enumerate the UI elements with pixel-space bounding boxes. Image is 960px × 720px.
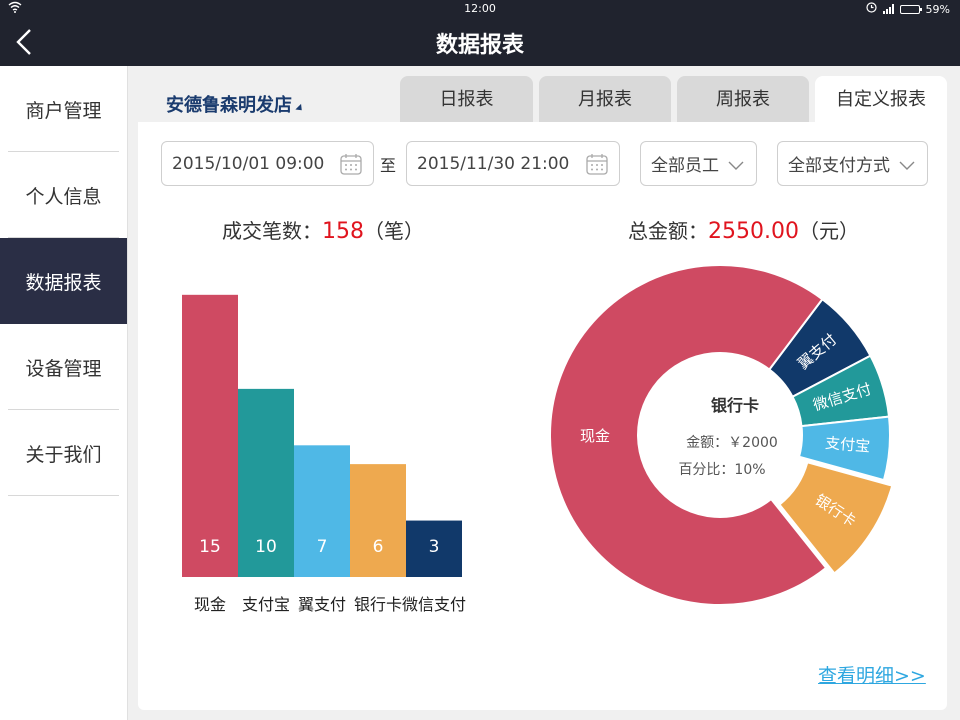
donut-center-title: 银行卡 bbox=[711, 396, 759, 415]
sidebar-item-reports[interactable]: 数据报表 bbox=[0, 238, 127, 324]
payment-select-value: 全部支付方式 bbox=[788, 156, 890, 176]
bar-value-label-1: 10 bbox=[255, 537, 277, 557]
status-bar: 12:00 59% bbox=[0, 0, 960, 18]
view-details-link[interactable]: 查看明细>> bbox=[818, 661, 926, 688]
amount-label: 总金额： bbox=[628, 219, 708, 243]
sidebar-item-about[interactable]: 关于我们 bbox=[0, 410, 127, 496]
donut-center-percent: 百分比：10% bbox=[678, 462, 765, 478]
donut-chart: 翼支付微信支付支付宝银行卡现金银行卡金额：￥2000百分比：10% bbox=[550, 264, 894, 606]
bar-category-label-0: 现金 bbox=[194, 595, 226, 614]
sidebar-item-profile[interactable]: 个人信息 bbox=[0, 152, 127, 238]
date-range-separator: 至 bbox=[380, 156, 397, 175]
bar-value-label-0: 15 bbox=[199, 537, 221, 557]
nav-bar: 数据报表 bbox=[0, 18, 960, 66]
donut-slice-label-4: 现金 bbox=[580, 427, 610, 445]
battery-percent: 59% bbox=[925, 2, 950, 16]
bar-chart: 15 现金 10 支付宝 7 翼支付 6 银行卡 3 微信支付 bbox=[182, 294, 466, 614]
sidebar-item-merchant[interactable]: 商户管理 bbox=[0, 66, 127, 152]
donut-slice-label-2: 支付宝 bbox=[824, 434, 870, 456]
amount-unit: （元） bbox=[798, 219, 859, 243]
end-date-value: 2015/11/30 21:00 bbox=[417, 153, 570, 174]
bar-category-label-4: 微信支付 bbox=[402, 595, 466, 614]
amount-value: 2550.00 bbox=[708, 219, 799, 244]
bar-value-label-2: 7 bbox=[317, 537, 328, 557]
bar-value-label-3: 6 bbox=[373, 537, 384, 557]
bar-category-label-2: 翼支付 bbox=[298, 595, 346, 614]
battery-icon bbox=[899, 4, 922, 14]
bar-category-label-1: 支付宝 bbox=[242, 595, 290, 614]
tab-custom[interactable]: 自定义报表 bbox=[815, 76, 947, 122]
tab-weekly[interactable]: 周报表 bbox=[677, 76, 809, 122]
tab-daily[interactable]: 日报表 bbox=[400, 76, 533, 122]
sidebar-item-devices[interactable]: 设备管理 bbox=[0, 324, 127, 410]
sidebar: 商户管理 个人信息 数据报表 设备管理 关于我们 bbox=[0, 66, 128, 720]
alarm-icon bbox=[865, 2, 877, 16]
signal-icon bbox=[882, 4, 894, 14]
count-value: 158 bbox=[322, 219, 364, 244]
bar-0 bbox=[182, 294, 238, 577]
tab-monthly[interactable]: 月报表 bbox=[539, 76, 671, 122]
staff-select[interactable]: 全部员工 bbox=[640, 141, 757, 186]
count-unit: （笔） bbox=[364, 219, 424, 243]
store-selector[interactable]: 安德鲁森明发店 bbox=[166, 91, 305, 117]
dropdown-triangle-icon bbox=[295, 103, 305, 114]
bar-category-label-3: 银行卡 bbox=[354, 595, 402, 614]
bar-3 bbox=[350, 464, 406, 577]
bar-2 bbox=[294, 445, 350, 577]
staff-select-value: 全部员工 bbox=[651, 156, 719, 176]
calendar-icon bbox=[339, 152, 363, 181]
end-date-field[interactable]: 2015/11/30 21:00 bbox=[406, 141, 620, 186]
total-amount-summary: 总金额：2550.00（元） bbox=[628, 215, 859, 244]
chevron-down-icon bbox=[899, 156, 915, 176]
count-label: 成交笔数： bbox=[222, 219, 322, 243]
payment-select[interactable]: 全部支付方式 bbox=[777, 141, 928, 186]
start-date-value: 2015/10/01 09:00 bbox=[172, 153, 325, 174]
donut-center-amount: 金额：￥2000 bbox=[686, 435, 778, 451]
bar-value-label-4: 3 bbox=[429, 537, 440, 557]
transaction-count-summary: 成交笔数：158（笔） bbox=[222, 215, 424, 244]
calendar-icon bbox=[585, 152, 609, 181]
start-date-field[interactable]: 2015/10/01 09:00 bbox=[161, 141, 374, 186]
page-title: 数据报表 bbox=[435, 33, 524, 58]
chevron-down-icon bbox=[728, 156, 744, 176]
store-name: 安德鲁森明发店 bbox=[166, 95, 292, 116]
status-time: 12:00 bbox=[464, 2, 496, 15]
